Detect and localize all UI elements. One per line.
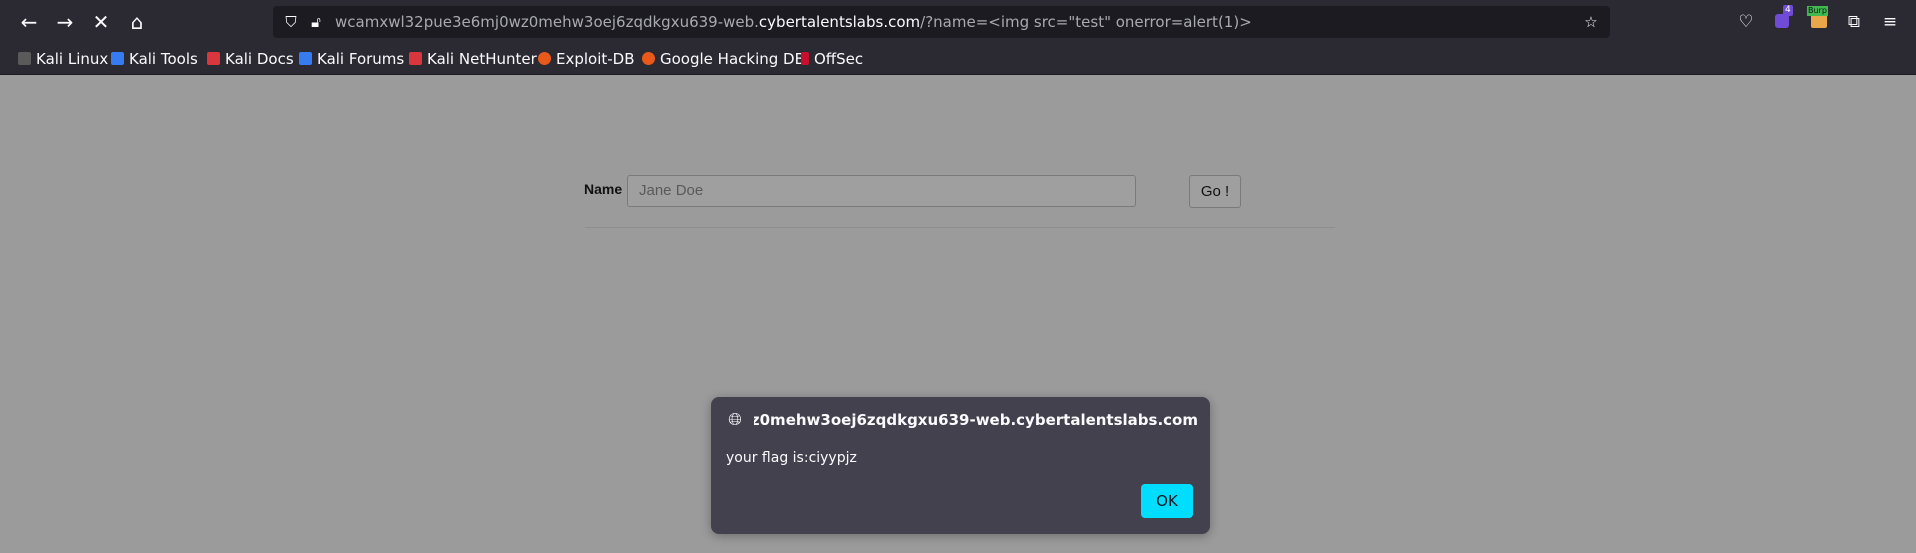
name-label: Name [584, 181, 623, 197]
url-text[interactable]: wcamxwl32pue3e6mj0wz0mehw3oej6zqdkgxu639… [335, 6, 1252, 38]
extension-icon[interactable]: 4 [1769, 5, 1795, 35]
globe-icon: 🌐︎ [728, 410, 742, 430]
bookmark-label: Kali Forums [317, 50, 405, 68]
bookmark-label: Exploit-DB [556, 50, 635, 68]
bookmark-label: Kali Linux [36, 50, 109, 68]
ghdb-icon [642, 52, 655, 65]
bookmark-label: Kali Docs [225, 50, 294, 68]
kali-nethunter-icon [409, 52, 422, 65]
back-icon[interactable]: ← [14, 7, 44, 37]
url-path: /?name=<img src="test" onerror=alert(1)> [920, 13, 1252, 31]
bookmark-label: OffSec [814, 50, 864, 68]
stop-loading-icon[interactable]: ✕ [86, 7, 116, 37]
exploit-db-icon [538, 52, 551, 65]
bookmark-kali-linux[interactable]: Kali Linux [18, 48, 108, 70]
url-host: cybertalentslabs.com [758, 13, 921, 31]
divider [585, 227, 1335, 228]
kali-docs-icon [207, 52, 220, 65]
url-bar[interactable]: ⛉ 🔓︎ wcamxwl32pue3e6mj0wz0mehw3oej6zqdkg… [273, 6, 1610, 38]
pocket-icon[interactable]: ♡ [1733, 9, 1759, 35]
home-icon[interactable]: ⌂ [122, 7, 152, 37]
kali-tools-icon [111, 52, 124, 65]
bookmark-label: Kali NetHunter [427, 50, 537, 68]
kali-forums-icon [299, 52, 312, 65]
kali-dragon-icon [18, 52, 31, 65]
bookmark-star-icon[interactable]: ☆ [1581, 12, 1601, 32]
ok-button[interactable]: OK [1141, 484, 1193, 518]
url-prefix: wcamxwl32pue3e6mj0wz0mehw3oej6zqdkgxu639… [335, 13, 759, 31]
menu-icon[interactable]: ≡ [1877, 9, 1903, 35]
bookmark-kali-forums[interactable]: Kali Forums [299, 48, 404, 70]
burp-icon[interactable]: Burp [1806, 6, 1832, 35]
offsec-icon [801, 52, 809, 65]
bookmark-label: Google Hacking DB [660, 50, 805, 68]
name-input[interactable]: Jane Doe [627, 175, 1136, 207]
lock-insecure-icon[interactable]: 🔓︎ [306, 12, 326, 32]
bookmark-google-hacking-db[interactable]: Google Hacking DB [642, 48, 805, 70]
browser-toolbar: ← → ✕ ⌂ ⛉ 🔓︎ wcamxwl32pue3e6mj0wz0mehw3o… [0, 0, 1916, 43]
bookmark-kali-nethunter[interactable]: Kali NetHunter [409, 48, 537, 70]
forward-icon[interactable]: → [50, 7, 80, 37]
extension-badge: 4 [1783, 5, 1793, 16]
dialog-origin-text: wcamxwl32pue3e6mj0wz0mehw3oej6zqdkgxu639… [754, 411, 1198, 429]
extensions-puzzle-icon[interactable]: ⧉ [1841, 9, 1867, 35]
bookmark-kali-docs[interactable]: Kali Docs [207, 48, 294, 70]
shield-icon[interactable]: ⛉ [281, 12, 301, 32]
dialog-message: your flag is:ciyypjz [726, 450, 857, 466]
alert-dialog: 🌐︎ wcamxwl32pue3e6mj0wz0mehw3oej6zqdkgxu… [711, 397, 1210, 534]
bookmark-offsec[interactable]: OffSec [801, 48, 863, 70]
bookmark-exploit-db[interactable]: Exploit-DB [538, 48, 635, 70]
burp-label: Burp [1807, 6, 1828, 16]
bookmark-label: Kali Tools [129, 50, 198, 68]
go-button[interactable]: Go ! [1189, 175, 1241, 208]
dialog-origin: wcamxwl32pue3e6mj0wz0mehw3oej6zqdkgxu639… [754, 409, 1198, 431]
bookmark-kali-tools[interactable]: Kali Tools [111, 48, 198, 70]
